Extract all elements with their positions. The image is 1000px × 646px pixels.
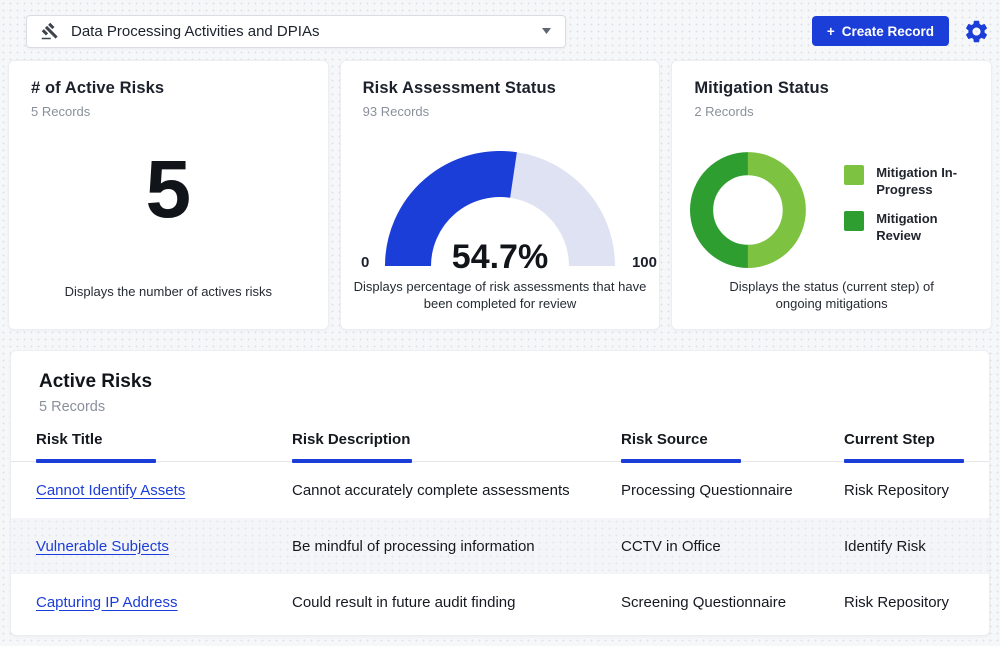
donut-segment <box>702 164 748 257</box>
active-risks-card: # of Active Risks 5 Records 5 Displays t… <box>8 60 329 330</box>
settings-button[interactable] <box>963 18 990 45</box>
create-record-button[interactable]: + Create Record <box>812 16 949 46</box>
dashboard-selector-label: Data Processing Activities and DPIAs <box>71 23 530 40</box>
table-row: Capturing IP Address Could result in fut… <box>11 574 989 630</box>
risk-source-cell: Processing Questionnaire <box>621 482 844 499</box>
current-step-cell: Identify Risk <box>844 538 989 555</box>
risk-title-link[interactable]: Capturing IP Address <box>36 594 177 611</box>
column-header-risk-description[interactable]: Risk Description <box>292 431 621 461</box>
card-caption: Displays the status (current step) of on… <box>714 279 950 313</box>
card-caption: Displays the number of actives risks <box>9 284 328 301</box>
risk-source-cell: CCTV in Office <box>621 538 844 555</box>
top-bar: Data Processing Activities and DPIAs + C… <box>0 0 1000 52</box>
column-header-risk-title[interactable]: Risk Title <box>36 431 292 461</box>
legend-swatch <box>844 211 864 231</box>
donut-segment <box>748 164 794 257</box>
column-header-current-step[interactable]: Current Step <box>844 431 989 461</box>
current-step-cell: Risk Repository <box>844 482 989 499</box>
gavel-icon <box>41 22 59 40</box>
gear-icon <box>963 18 990 45</box>
card-caption: Displays percentage of risk assessments … <box>349 279 651 313</box>
table-record-count: 5 Records <box>11 399 989 415</box>
kpi-cards-row: # of Active Risks 5 Records 5 Displays t… <box>8 60 992 330</box>
table-title: Active Risks <box>11 371 989 393</box>
current-step-cell: Risk Repository <box>844 594 989 611</box>
plus-icon: + <box>827 24 835 39</box>
chevron-down-icon <box>542 28 551 34</box>
risk-title-link[interactable]: Vulnerable Subjects <box>36 538 169 555</box>
card-title: # of Active Risks <box>31 79 306 98</box>
risk-source-cell: Screening Questionnaire <box>621 594 844 611</box>
mitigation-donut <box>690 145 806 275</box>
active-risks-table-card: Active Risks 5 Records Risk Title Risk D… <box>10 350 990 636</box>
column-header-risk-source[interactable]: Risk Source <box>621 431 844 461</box>
legend-item: Mitigation In-Progress <box>844 165 969 199</box>
donut-legend: Mitigation In-Progress Mitigation Review <box>844 165 969 245</box>
card-title: Risk Assessment Status <box>363 79 638 98</box>
legend-item: Mitigation Review <box>844 211 969 245</box>
table-row: Vulnerable Subjects Be mindful of proces… <box>11 518 989 574</box>
legend-swatch <box>844 165 864 185</box>
gauge-value-label: 54.7% <box>385 238 615 277</box>
card-title: Mitigation Status <box>694 79 969 98</box>
risk-description-cell: Cannot accurately complete assessments <box>292 482 621 499</box>
card-record-count: 5 Records <box>31 104 306 119</box>
table-header-row: Risk Title Risk Description Risk Source … <box>11 431 989 462</box>
card-record-count: 2 Records <box>694 104 969 119</box>
risk-description-cell: Be mindful of processing information <box>292 538 621 555</box>
risk-description-cell: Could result in future audit finding <box>292 594 621 611</box>
risk-assessment-card: Risk Assessment Status 93 Records 0 100 … <box>340 60 661 330</box>
card-record-count: 93 Records <box>363 104 638 119</box>
gauge-min-label: 0 <box>361 254 369 271</box>
table-row: Cannot Identify Assets Cannot accurately… <box>11 462 989 518</box>
active-risks-value: 5 <box>31 145 306 235</box>
assessment-gauge-chart: 0 100 54.7% <box>385 151 615 273</box>
legend-label: Mitigation In-Progress <box>876 165 969 199</box>
create-record-label: Create Record <box>842 24 934 39</box>
gauge-max-label: 100 <box>632 254 657 271</box>
dashboard-selector-dropdown[interactable]: Data Processing Activities and DPIAs <box>26 15 566 48</box>
risk-title-link[interactable]: Cannot Identify Assets <box>36 482 185 499</box>
mitigation-status-card: Mitigation Status 2 Records Mitigation I… <box>671 60 992 330</box>
legend-label: Mitigation Review <box>876 211 969 245</box>
